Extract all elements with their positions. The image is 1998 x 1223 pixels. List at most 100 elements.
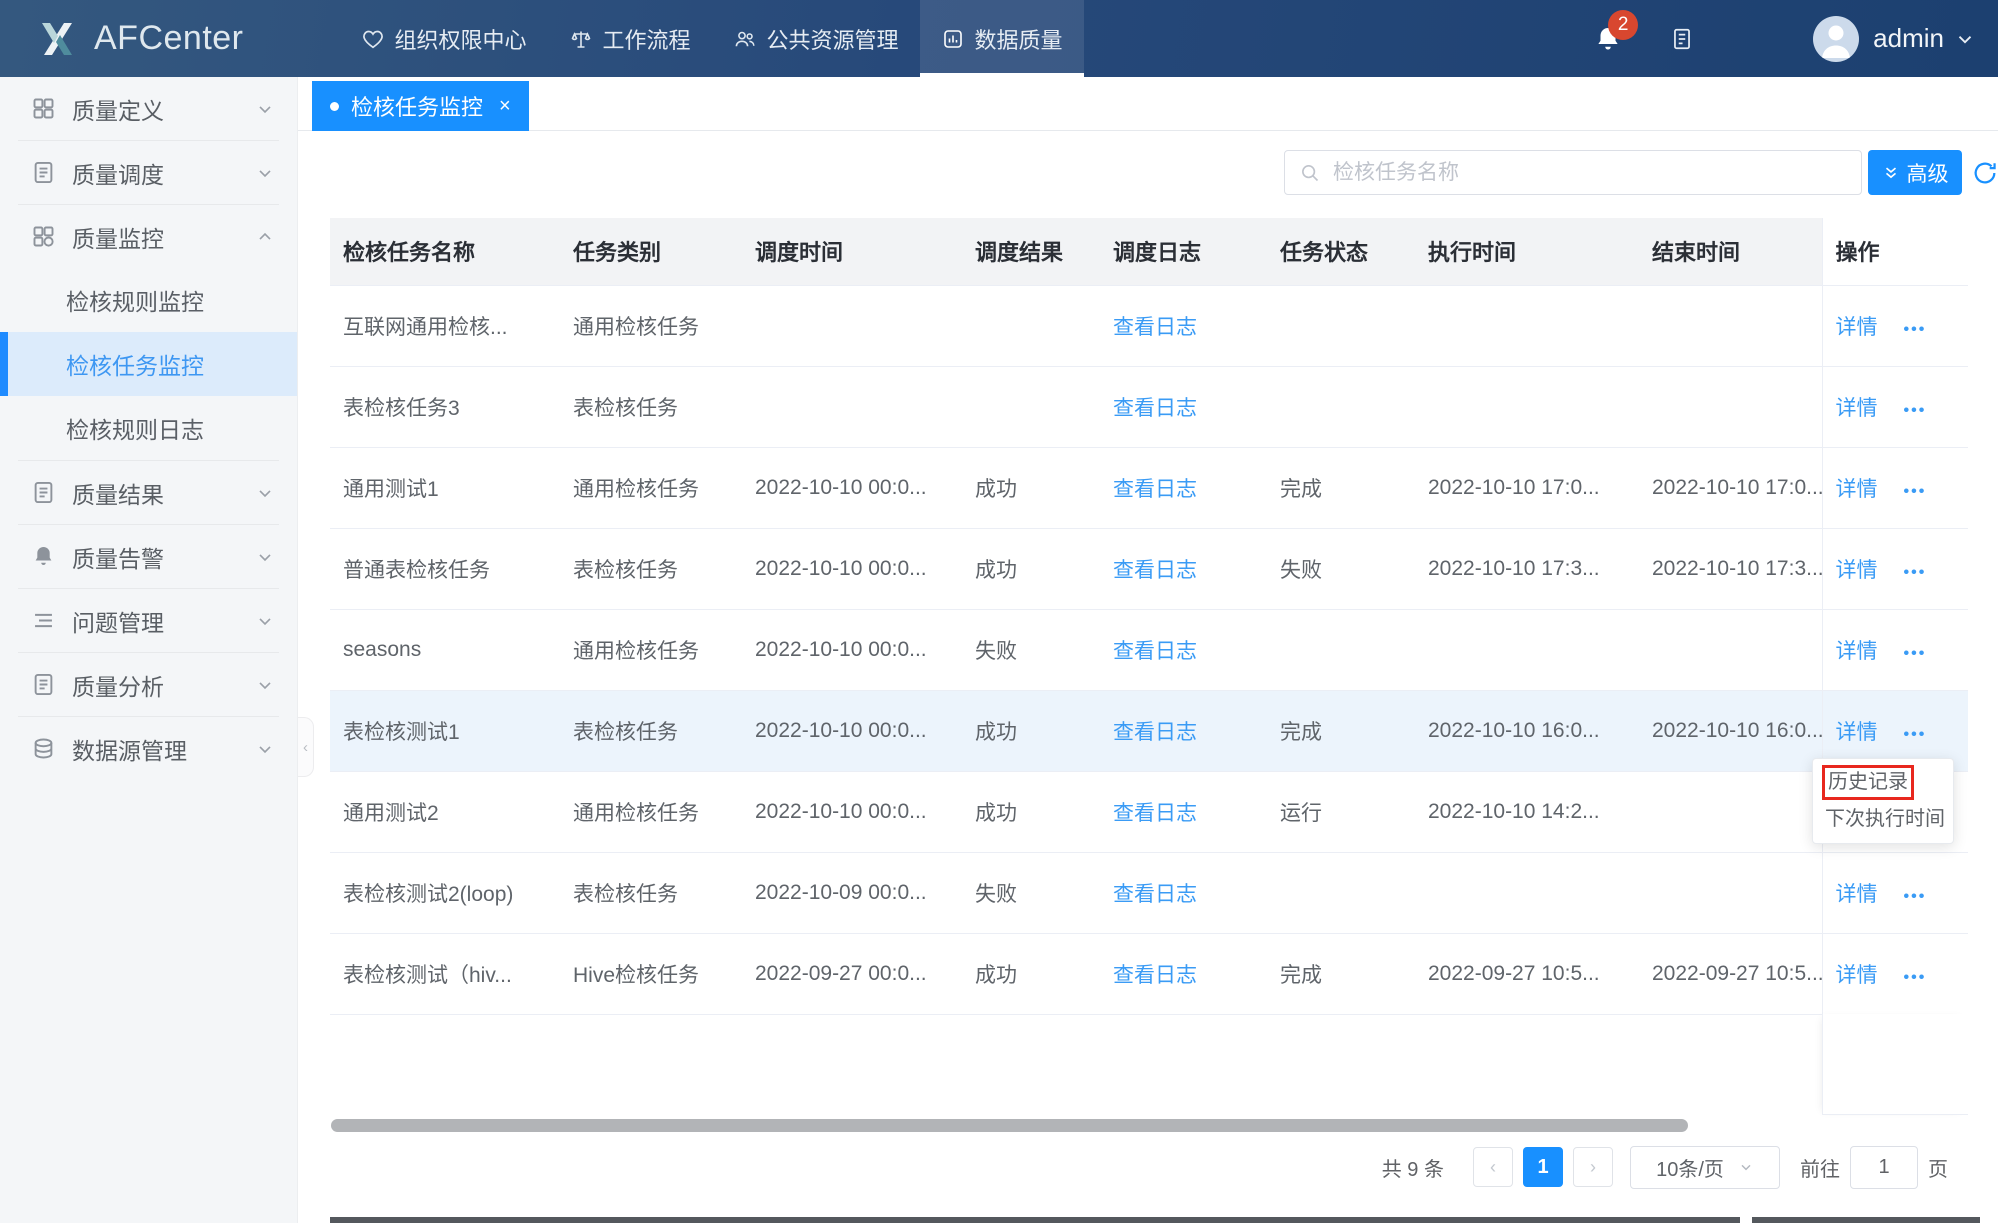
view-log-link[interactable]: 查看日志	[1113, 397, 1197, 420]
chevron-down-icon	[255, 675, 275, 695]
refresh-icon[interactable]	[1971, 159, 1998, 187]
task-table: 检核任务名称任务类别调度时间调度结果调度日志任务状态执行时间结束时间操作 互联网…	[330, 218, 1968, 1015]
sidebar-item-datasource-management[interactable]: 数据源管理	[0, 717, 297, 780]
close-icon[interactable]: ×	[499, 96, 511, 116]
view-log-link[interactable]: 查看日志	[1113, 883, 1197, 906]
doc-icon	[30, 671, 57, 698]
schedule-result-cell: 成功	[962, 690, 1100, 771]
detail-link[interactable]: 详情	[1836, 640, 1878, 663]
sidebar-collapse-handle[interactable]: ‹	[298, 717, 314, 777]
goto-page-input[interactable]	[1850, 1146, 1918, 1189]
more-actions-button[interactable]: •••	[1904, 726, 1927, 743]
menu-item-label: 历史记录	[1828, 771, 1908, 793]
end-time-cell	[1639, 609, 1822, 690]
schedule-log-cell: 查看日志	[1100, 771, 1267, 852]
sidebar-item-quality-analysis[interactable]: 质量分析	[0, 653, 297, 716]
nav-item-public-resource[interactable]: 公共资源管理	[712, 0, 920, 77]
schedule-log-cell: 查看日志	[1100, 690, 1267, 771]
sidebar-item-issue-management[interactable]: 问题管理	[0, 589, 297, 652]
end-time-cell	[1639, 285, 1822, 366]
task-status-cell: 完成	[1267, 690, 1415, 771]
exec-time-cell: 2022-10-10 16:0...	[1415, 690, 1639, 771]
sidebar-item-quality-result[interactable]: 质量结果	[0, 461, 297, 524]
view-log-link[interactable]: 查看日志	[1113, 721, 1197, 744]
more-actions-button[interactable]: •••	[1904, 645, 1927, 662]
more-actions-button[interactable]: •••	[1904, 564, 1927, 581]
nav-item-label: 工作流程	[603, 23, 691, 55]
more-actions-button[interactable]: •••	[1904, 483, 1927, 500]
more-actions-button[interactable]: •••	[1904, 321, 1927, 338]
avatar[interactable]	[1813, 16, 1859, 62]
nav-item-data-quality[interactable]: 数据质量	[920, 0, 1084, 77]
view-log-link[interactable]: 查看日志	[1113, 964, 1197, 987]
task-category-cell: 表检核任务	[560, 366, 742, 447]
tab-task-monitor[interactable]: 检核任务监控 ×	[312, 81, 529, 131]
username-label[interactable]: admin	[1873, 23, 1944, 54]
prev-page-button[interactable]: ‹	[1473, 1147, 1513, 1187]
page-size-select[interactable]: 10条/页	[1630, 1146, 1780, 1189]
sidebar-subitem-label: 检核任务监控	[66, 347, 204, 381]
more-actions-button[interactable]: •••	[1904, 969, 1927, 986]
detail-link[interactable]: 详情	[1836, 721, 1878, 744]
search-input[interactable]	[1331, 160, 1861, 186]
sidebar-item-quality-monitor[interactable]: 质量监控	[0, 205, 297, 268]
chevron-down-icon	[255, 547, 275, 567]
sidebar-item-quality-schedule[interactable]: 质量调度	[0, 141, 297, 204]
fixed-column-extension	[1822, 1014, 1968, 1115]
detail-link[interactable]: 详情	[1836, 316, 1878, 339]
schedule-result-cell: 失败	[962, 852, 1100, 933]
chevron-down-icon	[255, 611, 275, 631]
sidebar-item-rule-monitor[interactable]: 检核规则监控	[0, 268, 297, 332]
detail-link[interactable]: 详情	[1836, 883, 1878, 906]
nav-item-workflow[interactable]: 工作流程	[548, 0, 712, 77]
view-log-link[interactable]: 查看日志	[1113, 802, 1197, 825]
detail-link[interactable]: 详情	[1836, 559, 1878, 582]
notifications-button[interactable]: 2	[1593, 24, 1623, 54]
more-actions-button[interactable]: •••	[1904, 402, 1927, 419]
task-name-cell: 普通表检核任务	[330, 528, 560, 609]
schedule-time-cell	[742, 285, 962, 366]
notification-badge: 2	[1608, 10, 1638, 40]
next-page-button[interactable]: ›	[1573, 1147, 1613, 1187]
chevron-down-icon[interactable]	[1954, 28, 1976, 50]
menu-item-next-exec-time[interactable]: 下次执行时间	[1813, 801, 1953, 838]
detail-link[interactable]: 详情	[1836, 397, 1878, 420]
end-time-cell	[1639, 852, 1822, 933]
sidebar-item-label: 数据源管理	[72, 732, 255, 766]
nav-item-org-permission[interactable]: 组织权限中心	[340, 0, 548, 77]
more-actions-button[interactable]: •••	[1904, 888, 1927, 905]
menu-item-label: 下次执行时间	[1825, 808, 1945, 830]
column-header-8: 操作	[1822, 218, 1968, 285]
view-log-link[interactable]: 查看日志	[1113, 316, 1197, 339]
document-log-icon[interactable]	[1669, 26, 1695, 52]
view-log-link[interactable]: 查看日志	[1113, 478, 1197, 501]
task-category-cell: 表检核任务	[560, 528, 742, 609]
schedule-time-cell: 2022-10-10 00:0...	[742, 528, 962, 609]
horizontal-scrollbar[interactable]	[331, 1119, 1688, 1132]
sidebar-item-task-monitor[interactable]: 检核任务监控	[0, 332, 297, 396]
task-category-cell: 通用检核任务	[560, 285, 742, 366]
tab-label: 检核任务监控	[351, 90, 483, 122]
exec-time-cell: 2022-09-27 10:5...	[1415, 933, 1639, 1014]
sidebar-subitem-label: 检核规则日志	[66, 411, 204, 445]
current-page-button[interactable]: 1	[1523, 1147, 1563, 1187]
schedule-result-cell: 成功	[962, 528, 1100, 609]
schedule-log-cell: 查看日志	[1100, 285, 1267, 366]
sidebar-item-quality-alert[interactable]: 质量告警	[0, 525, 297, 588]
heart-icon	[361, 27, 385, 51]
table-row: 通用测试1通用检核任务2022-10-10 00:0...成功查看日志完成202…	[330, 447, 1968, 528]
tab-active-dot-icon	[330, 102, 339, 111]
advanced-search-button[interactable]: 高级	[1868, 150, 1962, 195]
detail-link[interactable]: 详情	[1836, 478, 1878, 501]
view-log-link[interactable]: 查看日志	[1113, 559, 1197, 582]
sidebar-item-rule-log[interactable]: 检核规则日志	[0, 396, 297, 460]
row-actions-menu: 历史记录 下次执行时间	[1812, 758, 1954, 844]
task-category-cell: 通用检核任务	[560, 609, 742, 690]
sidebar-item-quality-definition[interactable]: 质量定义	[0, 77, 297, 140]
end-time-cell: 2022-09-27 10:5...	[1639, 933, 1822, 1014]
view-log-link[interactable]: 查看日志	[1113, 640, 1197, 663]
detail-link[interactable]: 详情	[1836, 964, 1878, 987]
tab-bar: 检核任务监控 ×	[298, 77, 1998, 131]
task-status-cell: 完成	[1267, 933, 1415, 1014]
menu-item-history[interactable]: 历史记录	[1813, 764, 1953, 801]
